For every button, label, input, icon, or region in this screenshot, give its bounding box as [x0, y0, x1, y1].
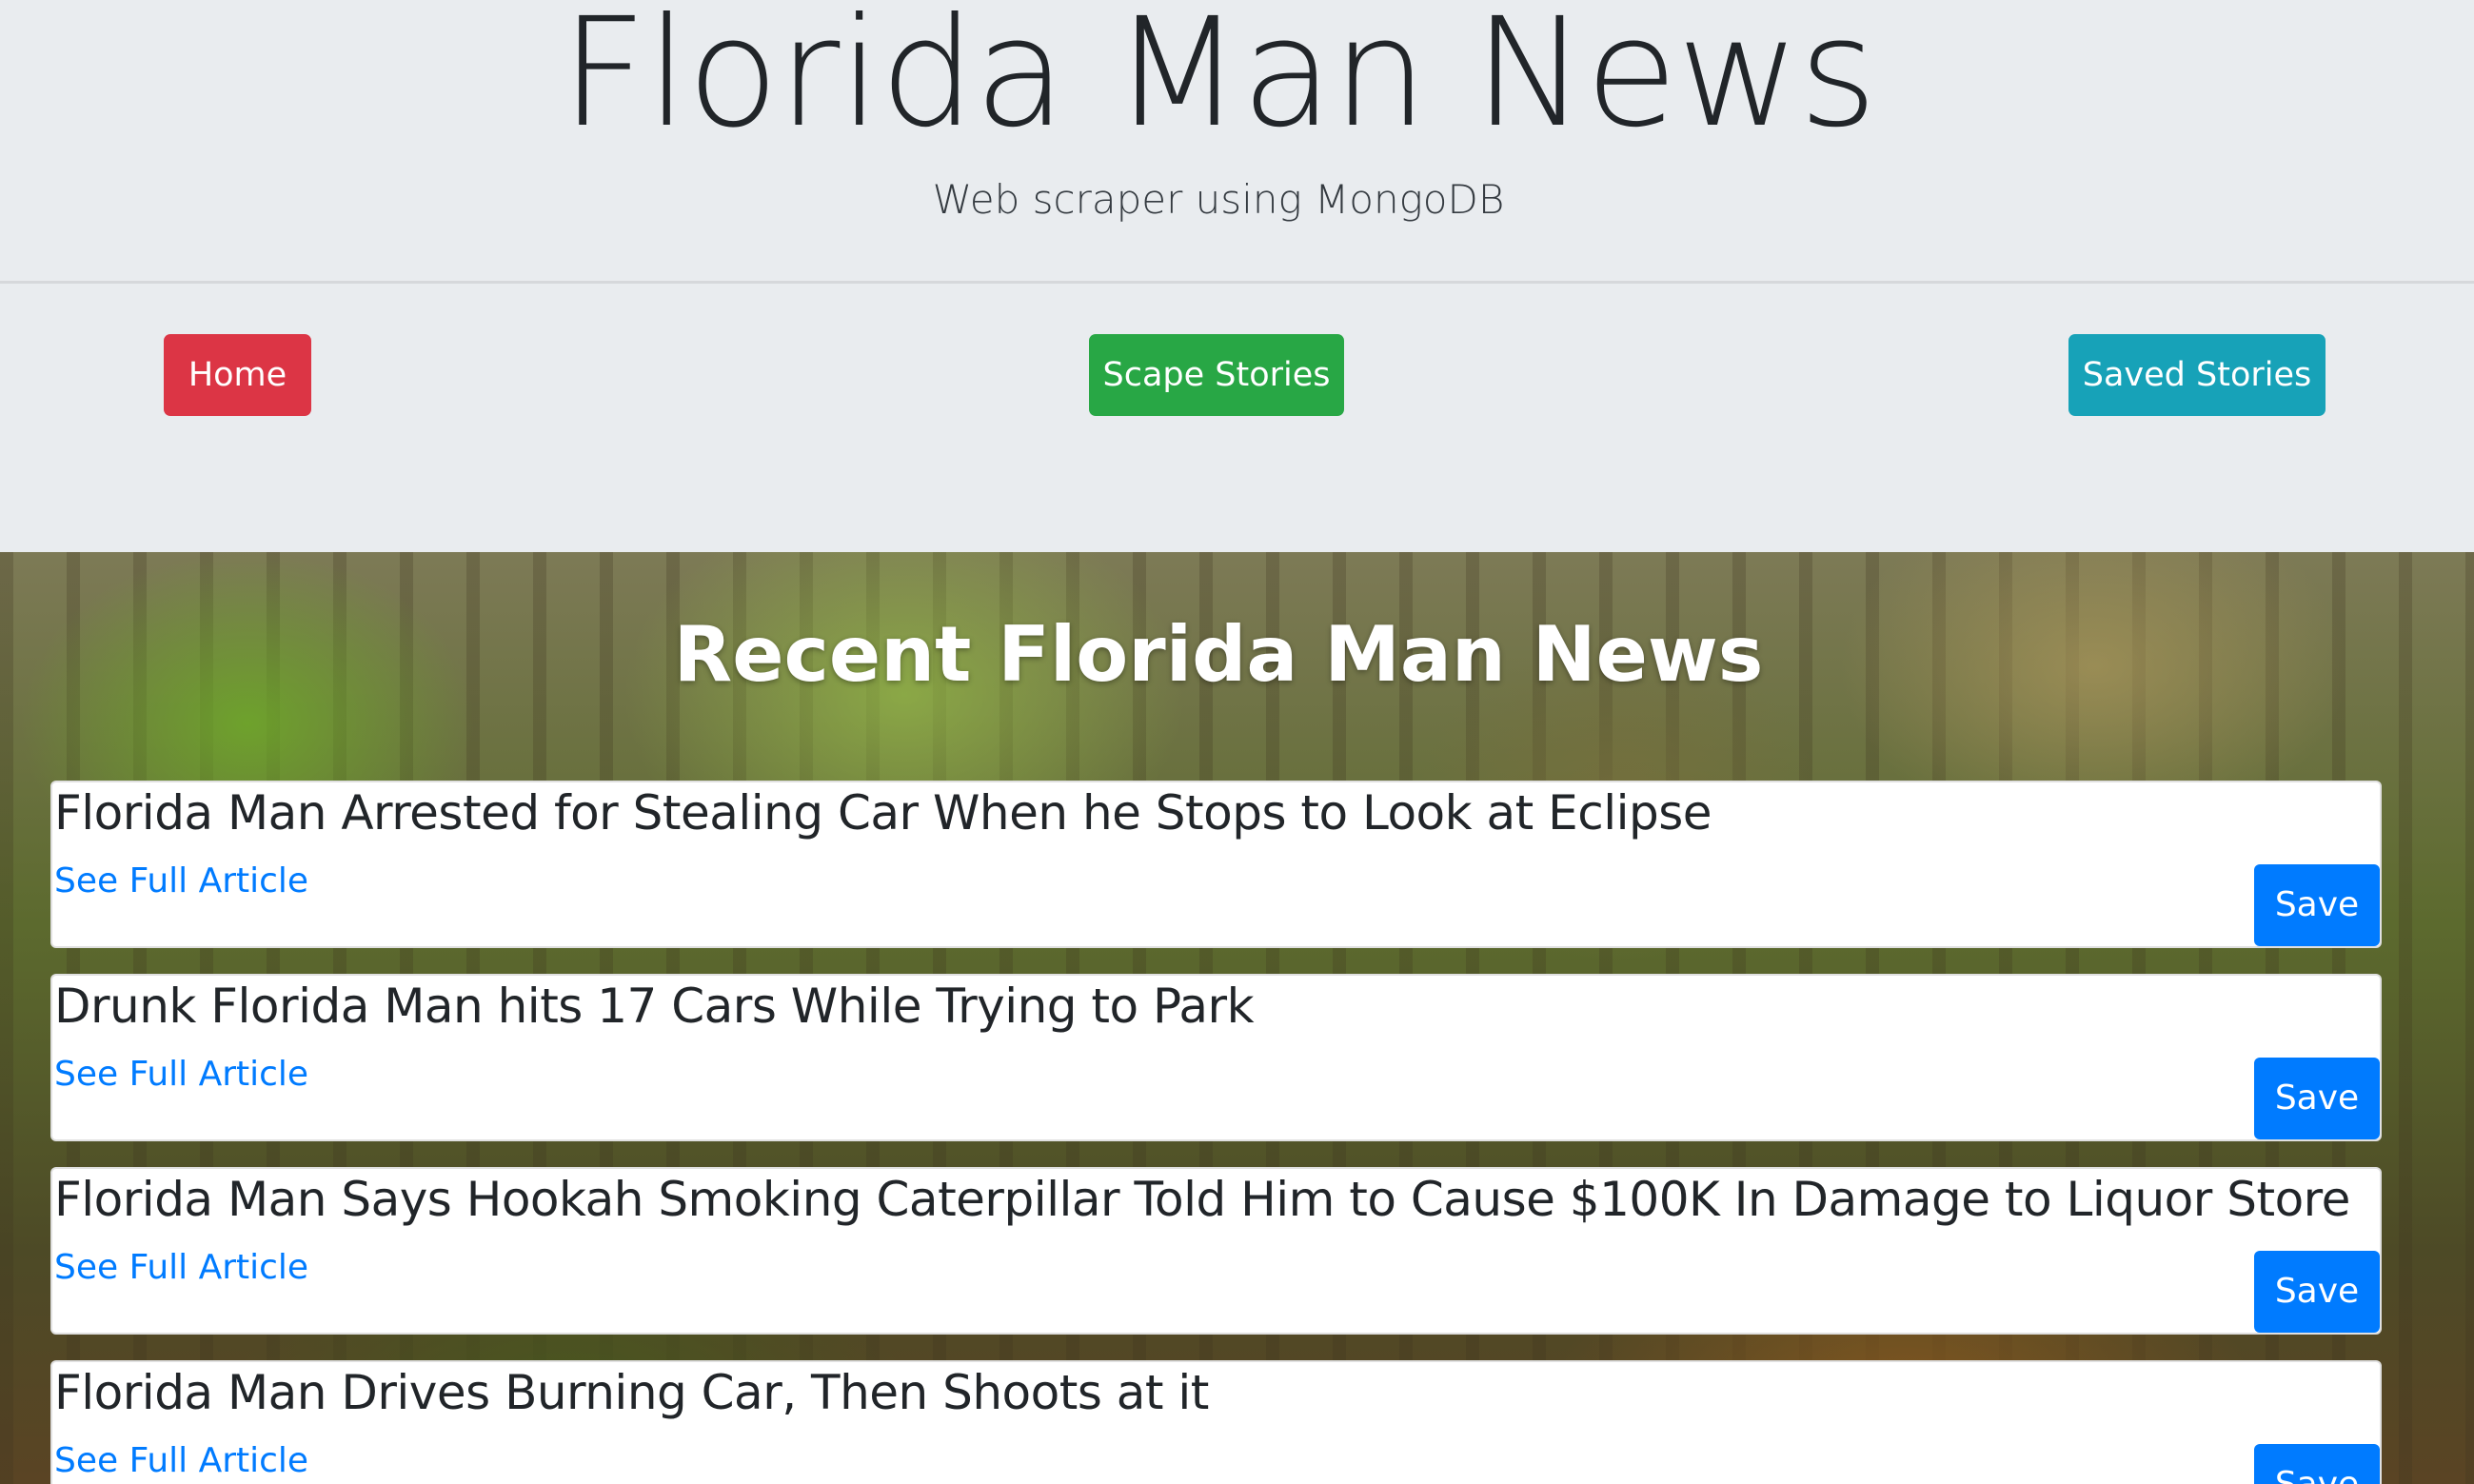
see-full-article-link[interactable]: See Full Article — [54, 1440, 308, 1482]
see-full-article-link[interactable]: See Full Article — [54, 861, 308, 902]
article-title: Florida Man Drives Burning Car, Then Sho… — [54, 1365, 1209, 1420]
save-button[interactable]: Save — [2254, 1058, 2380, 1139]
site-subtitle: Web scraper using MongoDB — [932, 176, 1505, 223]
article-card: Drunk Florida Man hits 17 Cars While Try… — [50, 974, 2382, 1141]
save-button[interactable]: Save — [2254, 1251, 2380, 1333]
article-title: Drunk Florida Man hits 17 Cars While Try… — [54, 979, 1255, 1034]
article-title: Florida Man Arrested for Stealing Car Wh… — [54, 785, 1712, 841]
saved-stories-button[interactable]: Saved Stories — [2068, 334, 2326, 416]
save-button[interactable]: Save — [2254, 1444, 2380, 1484]
header-divider — [0, 281, 2474, 284]
header-jumbotron: Florida Man News Web scraper using Mongo… — [0, 0, 2474, 552]
article-card: Florida Man Drives Burning Car, Then Sho… — [50, 1360, 2382, 1484]
article-card: Florida Man Says Hookah Smoking Caterpil… — [50, 1167, 2382, 1335]
article-title: Florida Man Says Hookah Smoking Caterpil… — [54, 1172, 2350, 1227]
site-title: Florida Man News — [560, 0, 1877, 161]
articles-section: Recent Florida Man News Florida Man Arre… — [0, 552, 2474, 1484]
see-full-article-link[interactable]: See Full Article — [54, 1247, 308, 1289]
see-full-article-link[interactable]: See Full Article — [54, 1054, 308, 1096]
section-title: Recent Florida Man News — [673, 610, 1764, 699]
scrape-stories-button[interactable]: Scape Stories — [1089, 334, 1344, 416]
home-button[interactable]: Home — [164, 334, 311, 416]
article-card: Florida Man Arrested for Stealing Car Wh… — [50, 781, 2382, 948]
save-button[interactable]: Save — [2254, 864, 2380, 946]
